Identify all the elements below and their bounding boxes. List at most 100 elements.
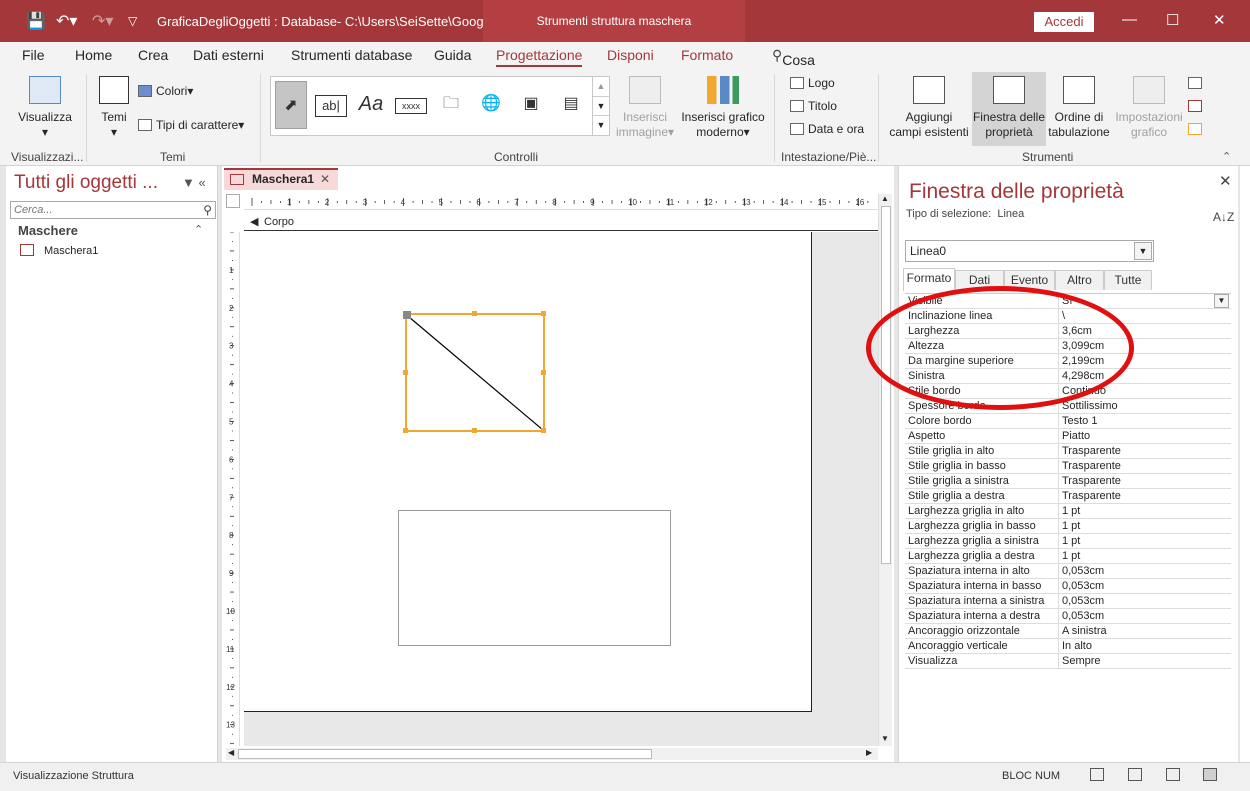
resize-handle[interactable]	[472, 311, 477, 316]
close-tab-icon[interactable]: ✕	[320, 170, 330, 189]
document-tab[interactable]: Maschera1 ✕	[224, 168, 338, 190]
convert-macros-icon[interactable]	[1188, 122, 1206, 136]
chevron-down-icon[interactable]: ▼	[1214, 294, 1229, 308]
property-row[interactable]: Stile griglia in alto Trasparente	[905, 444, 1231, 459]
property-value[interactable]: Trasparente	[1060, 459, 1230, 474]
selected-line-control[interactable]	[403, 311, 546, 433]
rectangle-control[interactable]	[398, 510, 671, 646]
nav-section-forms[interactable]: Maschere	[18, 223, 78, 238]
fonts-button[interactable]: Tipi di carattere▾	[138, 118, 244, 132]
object-selector[interactable]: Linea0 ▼	[905, 240, 1154, 262]
nav-menu-icon[interactable]: ▼	[182, 175, 195, 190]
property-value[interactable]: 0,053cm	[1060, 609, 1230, 624]
property-row[interactable]: Stile griglia in basso Trasparente	[905, 459, 1231, 474]
tell-me-search[interactable]: ⚲ Cosa vuoi fare?	[772, 47, 815, 100]
property-row[interactable]: Spaziatura interna in basso 0,053cm	[905, 579, 1231, 594]
property-row[interactable]: Aspetto Piatto	[905, 429, 1231, 444]
minimize-icon[interactable]: —	[1122, 11, 1137, 28]
collapse-ribbon-icon[interactable]: ⌃	[1222, 150, 1231, 163]
vertical-scrollbar[interactable]: ▲ ▼	[878, 194, 892, 746]
view-code-icon[interactable]	[1188, 76, 1206, 90]
property-value[interactable]: 0,053cm	[1060, 594, 1230, 609]
colors-button[interactable]: Colori▾	[138, 84, 193, 98]
shutter-bar-icon[interactable]: «	[199, 175, 206, 190]
property-value[interactable]: Trasparente	[1060, 474, 1230, 489]
chevron-down-icon[interactable]: ▼	[1134, 242, 1152, 260]
customize-qat-icon[interactable]: ▽	[128, 14, 137, 28]
property-value[interactable]: 1 pt	[1060, 504, 1230, 519]
design-canvas[interactable]	[244, 232, 878, 746]
tab-file[interactable]: File	[22, 47, 45, 63]
property-value[interactable]: Testo 1	[1060, 414, 1230, 429]
undo-icon[interactable]: ↶▾	[56, 11, 77, 31]
select-pointer-icon[interactable]: ⬈	[275, 81, 307, 129]
property-value[interactable]: 1 pt	[1060, 549, 1230, 564]
property-row[interactable]: Larghezza griglia in basso 1 pt	[905, 519, 1231, 534]
property-value[interactable]: 1 pt	[1060, 519, 1230, 534]
search-icon[interactable]: ⚲	[203, 203, 212, 217]
tab-home[interactable]: Home	[75, 47, 112, 63]
property-row[interactable]: Spaziatura interna in alto 0,053cm	[905, 564, 1231, 579]
property-row[interactable]: Visualizza Sempre	[905, 654, 1231, 669]
property-value[interactable]: Trasparente	[1060, 489, 1230, 504]
tab-external-data[interactable]: Dati esterni	[193, 47, 264, 63]
tab-help[interactable]: Guida	[434, 47, 471, 63]
design-view-icon[interactable]	[1203, 768, 1217, 781]
close-icon[interactable]: ✕	[1219, 172, 1232, 190]
insert-image-button[interactable]: Inserisci immagine▾	[612, 76, 678, 140]
datasheet-view-icon[interactable]	[1128, 768, 1142, 781]
gallery-more-icon[interactable]: ▼	[593, 115, 609, 134]
tab-order-button[interactable]: Ordine di tabulazione	[1046, 76, 1112, 140]
scroll-up-icon[interactable]: ▲	[881, 194, 889, 203]
button-control-icon[interactable]: xxxx	[395, 98, 427, 114]
resize-handle[interactable]	[541, 370, 546, 375]
property-value[interactable]: Trasparente	[1060, 444, 1230, 459]
redo-icon[interactable]: ↷▾	[92, 11, 113, 31]
view-button[interactable]: Visualizza ▾	[14, 76, 76, 140]
tab-formato[interactable]: Formato	[903, 268, 955, 291]
horizontal-scrollbar[interactable]: ◀ ▶	[226, 748, 878, 760]
property-value[interactable]: 0,053cm	[1060, 579, 1230, 594]
property-row[interactable]: Larghezza griglia in alto 1 pt	[905, 504, 1231, 519]
logo-button[interactable]: Logo	[790, 76, 835, 90]
save-icon[interactable]: 💾	[26, 11, 46, 31]
scroll-down-icon[interactable]: ▼	[881, 734, 889, 743]
resize-handle[interactable]	[403, 370, 408, 375]
title-button[interactable]: Titolo	[790, 99, 837, 113]
navigation-control-icon[interactable]: ▤	[555, 89, 587, 119]
date-time-button[interactable]: Data e ora	[790, 122, 864, 136]
scroll-thumb[interactable]	[238, 749, 652, 759]
resize-handle[interactable]	[541, 311, 546, 316]
property-row[interactable]: Colore bordo Testo 1	[905, 414, 1231, 429]
move-handle[interactable]	[403, 311, 411, 319]
property-row[interactable]: Ancoraggio orizzontale A sinistra	[905, 624, 1231, 639]
tab-create[interactable]: Crea	[138, 47, 168, 63]
property-row[interactable]: Larghezza griglia a destra 1 pt	[905, 549, 1231, 564]
form-detail-body[interactable]	[244, 232, 812, 712]
property-value[interactable]: 1 pt	[1060, 534, 1230, 549]
property-value[interactable]: A sinistra	[1060, 624, 1230, 639]
scroll-thumb[interactable]	[881, 206, 891, 564]
chart-settings-button[interactable]: Impostazioni grafico	[1112, 76, 1186, 140]
web-browser-control-icon[interactable]: ▣	[515, 89, 547, 119]
scroll-right-icon[interactable]: ▶	[866, 748, 872, 757]
maximize-icon[interactable]: ☐	[1166, 11, 1179, 29]
tab-format[interactable]: Formato	[681, 47, 733, 63]
property-row[interactable]: Spaziatura interna a destra 0,053cm	[905, 609, 1231, 624]
tab-design[interactable]: Progettazione	[496, 47, 583, 67]
tab-control-icon[interactable]: 🗀	[435, 89, 467, 119]
property-row[interactable]: Stile griglia a destra Trasparente	[905, 489, 1231, 504]
gallery-down-icon[interactable]: ▼	[593, 96, 609, 115]
layout-view-icon[interactable]	[1166, 768, 1180, 781]
sort-icon[interactable]: A↓Z	[1213, 210, 1234, 224]
themes-button[interactable]: Temi ▾	[96, 76, 132, 140]
resize-handle[interactable]	[541, 428, 546, 433]
property-value[interactable]: Sempre	[1060, 654, 1230, 669]
insert-modern-chart-button[interactable]: Inserisci grafico moderno▾	[678, 76, 768, 140]
form-selector[interactable]	[226, 194, 240, 208]
section-collapse-icon[interactable]: ⌃	[194, 223, 203, 236]
resize-handle[interactable]	[472, 428, 477, 433]
hyperlink-control-icon[interactable]: 🌐	[475, 89, 507, 119]
tab-tutte[interactable]: Tutte	[1104, 270, 1152, 290]
macros-icon[interactable]	[1188, 99, 1206, 113]
